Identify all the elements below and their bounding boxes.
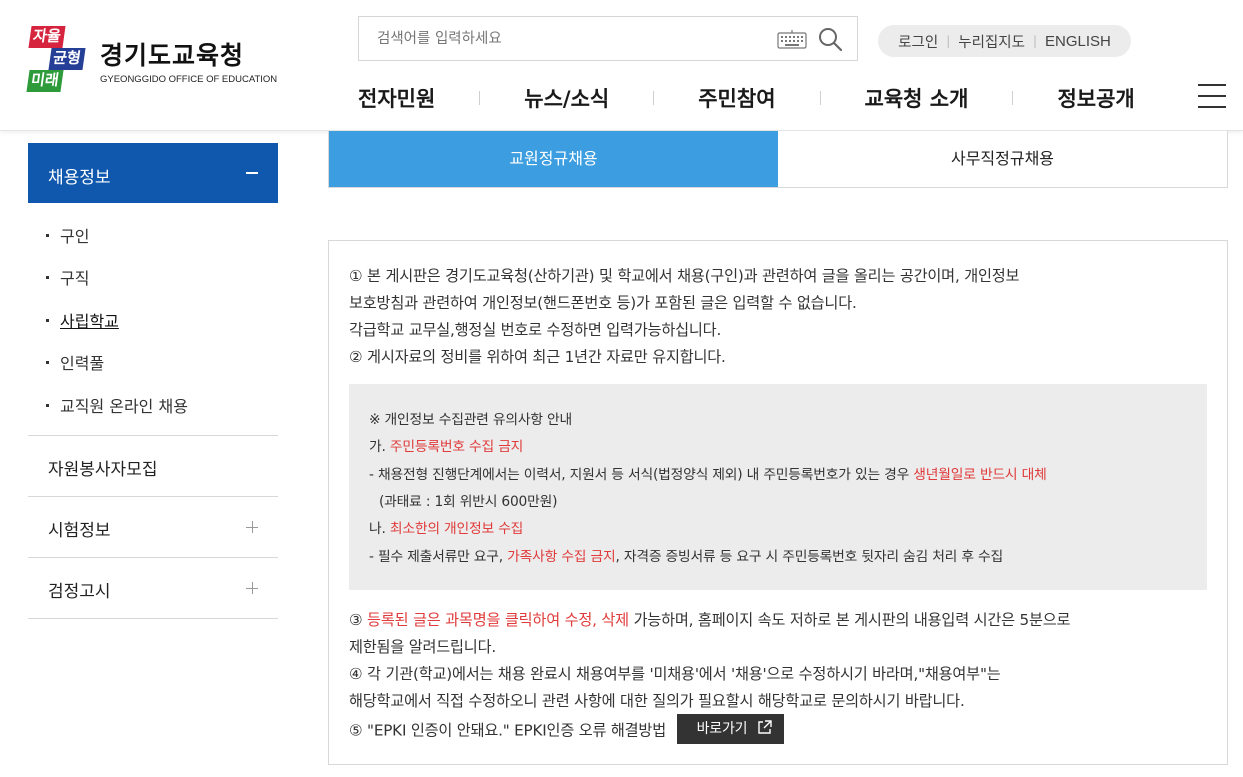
external-link-icon (758, 719, 773, 734)
recruitment-tabs: 교원정규채용 사무직정규채용 (328, 131, 1228, 188)
utility-links: 로그인 | 누리집지도 | ENGLISH (878, 25, 1131, 57)
nav-divider (819, 91, 821, 105)
divider: | (946, 34, 951, 48)
plus-icon[interactable] (246, 582, 258, 594)
guide-item: 가. 주민등록번호 수집 금지 (369, 439, 524, 455)
search-input[interactable] (377, 27, 767, 51)
divider: | (1032, 34, 1037, 48)
notice-line: ⑤ "EPKI 인증이 안돼요." EPKI인증 오류 해결방법 바로가기 (349, 714, 785, 746)
notice-line: ③ 등록된 글은 과목명을 클릭하여 수정, 삭제 가능하며, 홈페이지 속도 … (349, 611, 1071, 629)
guide-item: 나. 최소한의 개인정보 수집 (369, 521, 524, 537)
epki-go-button[interactable]: 바로가기 (676, 714, 785, 744)
global-nav: 전자민원 뉴스/소식 주민참여 교육청 소개 정보공개 (358, 82, 1135, 114)
sidebar-item-volunteer[interactable]: 자원봉사자모집 (48, 455, 157, 480)
nav-item-news[interactable]: 뉴스/소식 (524, 83, 609, 113)
sidebar-item-qualification-exam[interactable]: 검정고시 (48, 577, 111, 602)
sidebar-subitem-job-seek[interactable]: 구직 (46, 265, 89, 289)
english-link[interactable]: ENGLISH (1045, 33, 1111, 50)
notice-line: ② 게시자료의 정비를 위하여 최근 1년간 자료만 유지합니다. (349, 348, 726, 366)
privacy-guide-box: ※ 개인정보 수집관련 유의사항 안내 가. 주민등록번호 수집 금지 - 채용… (349, 384, 1207, 590)
nav-item-about[interactable]: 교육청 소개 (865, 83, 969, 113)
divider (28, 496, 278, 497)
logo-badge-text: 자율 (28, 26, 66, 48)
guide-title: ※ 개인정보 수집관련 유의사항 안내 (369, 412, 573, 428)
nav-divider (653, 91, 655, 105)
divider (28, 618, 278, 619)
notice-line: 각급학교 교무실,행정실 번호로 수정하면 입력가능하십니다. (349, 321, 722, 339)
notice-line: ④ 각 기관(학교)에서는 채용 완료시 채용여부를 '미채용'에서 '채용'으… (349, 665, 1001, 683)
site-header: 자율 균형 미래 경기도교육청 GYEONGGIDO OFFICE OF EDU… (0, 0, 1243, 131)
sidebar-item-exam-info[interactable]: 시험정보 (48, 516, 111, 541)
keyboard-icon[interactable] (777, 29, 807, 49)
site-logo[interactable]: 자율 균형 미래 경기도교육청 GYEONGGIDO OFFICE OF EDU… (26, 26, 288, 96)
divider (28, 557, 278, 558)
notice-line: 해당학교에서 직접 수정하오니 관련 사항에 대한 질의가 필요할시 해당학교로… (349, 692, 965, 710)
logo-badge-text: 균형 (48, 48, 86, 70)
tab-teacher-regular[interactable]: 교원정규채용 (329, 131, 778, 187)
guide-detail: - 채용전형 진행단계에서는 이력서, 지원서 등 서식(법정양식 제외) 내 … (369, 467, 1047, 483)
logo-title: 경기도교육청 (100, 41, 245, 70)
sidebar-item-label: 채용정보 (48, 168, 111, 188)
guide-detail: - 필수 제출서류만 요구, 가족사항 수집 금지, 자격증 증빙서류 등 요구… (369, 549, 1004, 565)
notice-line: ① 본 게시판은 경기도교육청(산하기관) 및 학교에서 채용(구인)과 관련하… (349, 267, 1020, 285)
logo-badge: 자율 균형 미래 (26, 26, 92, 94)
sidebar-subitem-talent-pool[interactable]: 인력풀 (46, 350, 104, 374)
board-notice: ① 본 게시판은 경기도교육청(산하기관) 및 학교에서 채용(구인)과 관련하… (328, 240, 1228, 765)
sidebar-subitem-job-offer[interactable]: 구인 (46, 223, 89, 247)
logo-badge-text: 미래 (26, 70, 64, 92)
notice-line: 보호방침과 관련하여 개인정보(핸드폰번호 등)가 포함된 글은 입력할 수 없… (349, 294, 857, 312)
notice-line: 제한됨을 알려드립니다. (349, 638, 496, 656)
minus-icon (246, 172, 258, 174)
search-box (358, 16, 858, 61)
sidebar-subitem-private-school[interactable]: 사립학교 (46, 308, 119, 332)
sidebar-subitem-online-hiring[interactable]: 교직원 온라인 채용 (46, 393, 188, 417)
tab-office-regular[interactable]: 사무직정규채용 (778, 131, 1227, 187)
nav-divider (1012, 91, 1014, 105)
guide-fine: (과태료 : 1회 위반시 600만원) (379, 494, 558, 510)
nav-divider (479, 91, 481, 105)
login-link[interactable]: 로그인 (898, 31, 938, 52)
logo-subtitle: GYEONGGIDO OFFICE OF EDUCATION (100, 74, 278, 85)
sidebar-item-recruitment[interactable]: 채용정보 (28, 143, 278, 203)
hamburger-icon[interactable] (1198, 84, 1226, 108)
nav-item-disclosure[interactable]: 정보공개 (1057, 83, 1134, 113)
search-icon[interactable] (817, 26, 843, 52)
divider (28, 435, 278, 436)
plus-icon[interactable] (246, 521, 258, 533)
sitemap-link[interactable]: 누리집지도 (958, 31, 1025, 52)
nav-item-participation[interactable]: 주민참여 (698, 83, 775, 113)
nav-item-civil-service[interactable]: 전자민원 (358, 83, 435, 113)
